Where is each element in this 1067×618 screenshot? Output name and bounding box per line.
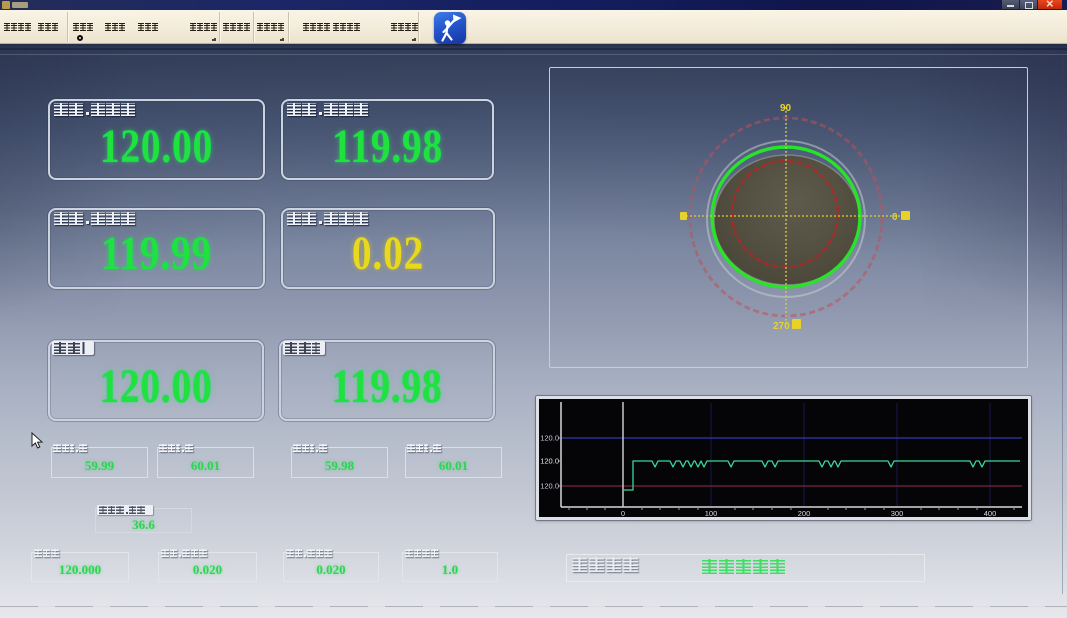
svg-text:270: 270 [773,321,790,332]
svg-text:0: 0 [892,212,898,223]
svg-text:200: 200 [798,509,811,517]
svg-text:120.0: 120.0 [540,482,559,491]
svg-text:400: 400 [984,509,997,517]
svg-text:90: 90 [780,103,792,114]
svg-text:120.0: 120.0 [540,434,559,443]
svg-text:300: 300 [891,509,904,517]
svg-text:100: 100 [705,509,718,517]
svg-text:120.0: 120.0 [540,457,559,466]
svg-text:0: 0 [621,509,625,517]
